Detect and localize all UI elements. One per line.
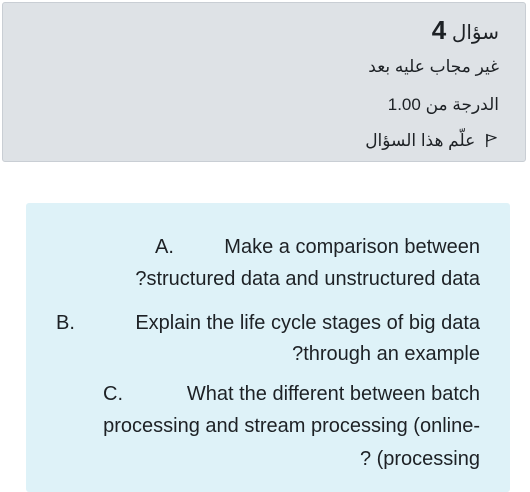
item-a-letter: A.: [155, 236, 174, 258]
question-number: 4: [431, 15, 447, 45]
question-grade: الدرجة من 1.00: [388, 95, 499, 115]
flag-outline-icon: [486, 133, 497, 148]
question-text-panel: A. Make a comparison between ?structured…: [26, 203, 510, 492]
item-c-letter: C.: [103, 383, 123, 405]
question-number-heading: سؤال 4: [432, 15, 499, 46]
flag-label: علّم هذا السؤال: [365, 131, 476, 150]
item-b-line1: Explain the life cycle stages of big dat…: [135, 312, 480, 334]
flag-question-link[interactable]: علّم هذا السؤال: [365, 131, 499, 151]
question-info-panel: سؤال 4 غير مجاب عليه بعد الدرجة من 1.00 …: [2, 2, 526, 162]
item-b-letter: B.: [56, 312, 75, 334]
item-a-line1: Make a comparison between: [224, 236, 480, 258]
item-a-line2: ?structured data and unstructured data: [135, 268, 480, 290]
item-b-line2: ?through an example: [292, 343, 480, 365]
question-title-word: سؤال: [451, 22, 499, 44]
grade-label: الدرجة من: [425, 95, 499, 114]
item-c-line1: What the different between batch: [186, 383, 480, 405]
question-status: غير مجاب عليه بعد: [368, 57, 499, 76]
item-c-line3: ? (processing: [359, 448, 480, 470]
grade-value: 1.00: [387, 95, 421, 114]
item-c-line2: processing and stream processing (online…: [103, 415, 480, 437]
